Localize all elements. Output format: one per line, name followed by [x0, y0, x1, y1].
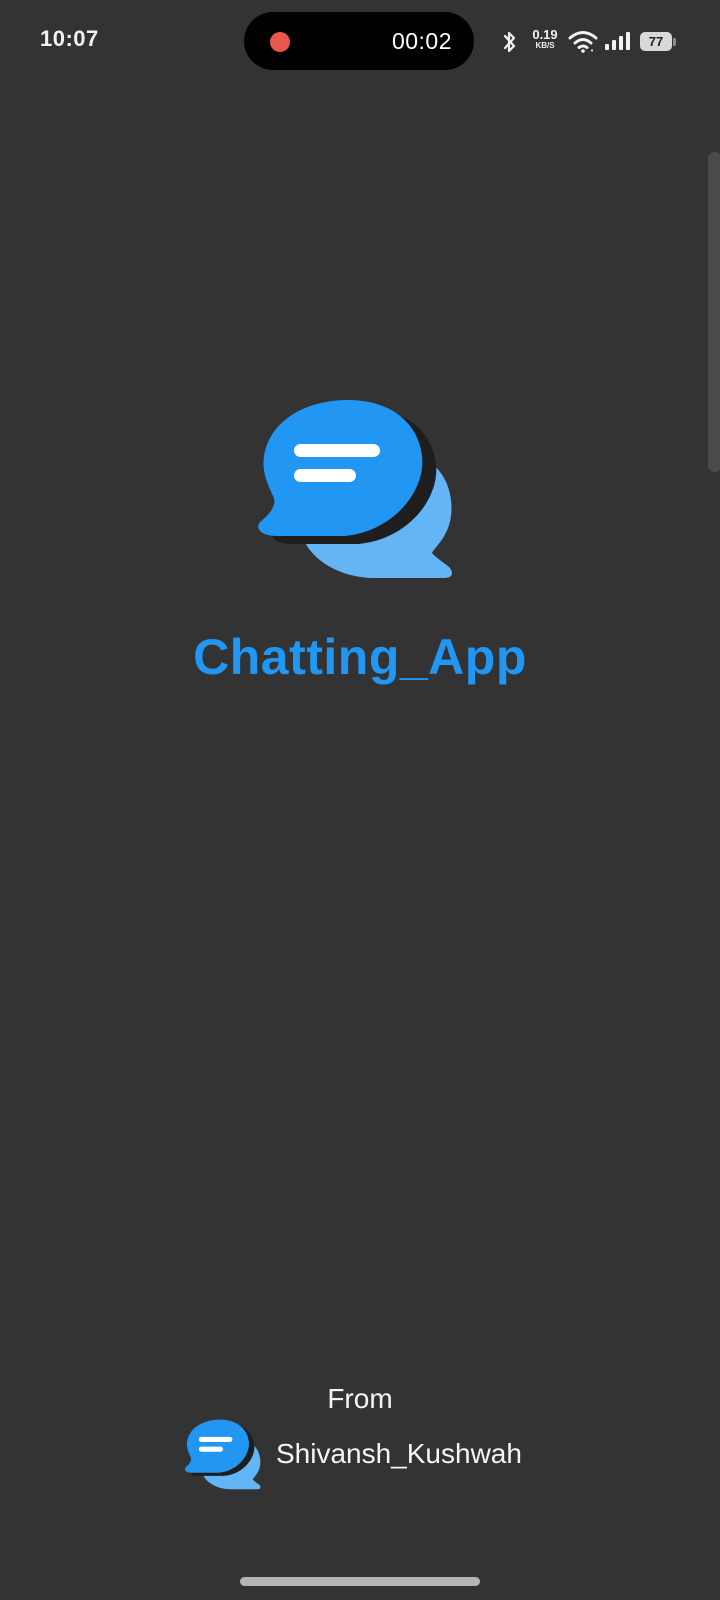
author-row: Shivansh_Kushwah: [184, 1418, 544, 1498]
splash-screen: 10:07 00:02 0.19 KB/S • 77 Chatting_App …: [0, 0, 720, 1600]
wifi-icon: •: [568, 31, 598, 53]
network-speed: 0.19 KB/S: [530, 28, 560, 50]
svg-text:•: •: [590, 47, 594, 53]
edge-panel-handle[interactable]: [708, 152, 720, 472]
battery-tip: [673, 38, 676, 46]
recording-timer: 00:02: [391, 28, 452, 54]
gesture-navigation-bar[interactable]: [240, 1577, 480, 1586]
screen-recording-indicator[interactable]: 00:02: [244, 12, 474, 70]
recording-dot-icon: [270, 32, 290, 52]
status-time: 10:07: [40, 26, 99, 51]
chat-bubbles-icon: [258, 400, 452, 578]
chat-bubbles-small-icon: [184, 1419, 261, 1490]
network-speed-unit: KB/S: [535, 41, 555, 50]
app-title: Chatting_App: [193, 629, 527, 685]
signal-icon: [605, 32, 630, 50]
bluetooth-icon: [503, 31, 516, 53]
network-speed-value: 0.19: [532, 27, 558, 42]
battery-level: 77: [648, 34, 664, 49]
author-name: Shivansh_Kushwah: [276, 1438, 522, 1469]
status-icons: 0.19 KB/S • 77: [502, 26, 682, 60]
status-bar: 10:07 00:02 0.19 KB/S • 77: [0, 0, 720, 84]
battery-icon: 77: [640, 32, 672, 51]
from-label: From: [327, 1383, 393, 1414]
